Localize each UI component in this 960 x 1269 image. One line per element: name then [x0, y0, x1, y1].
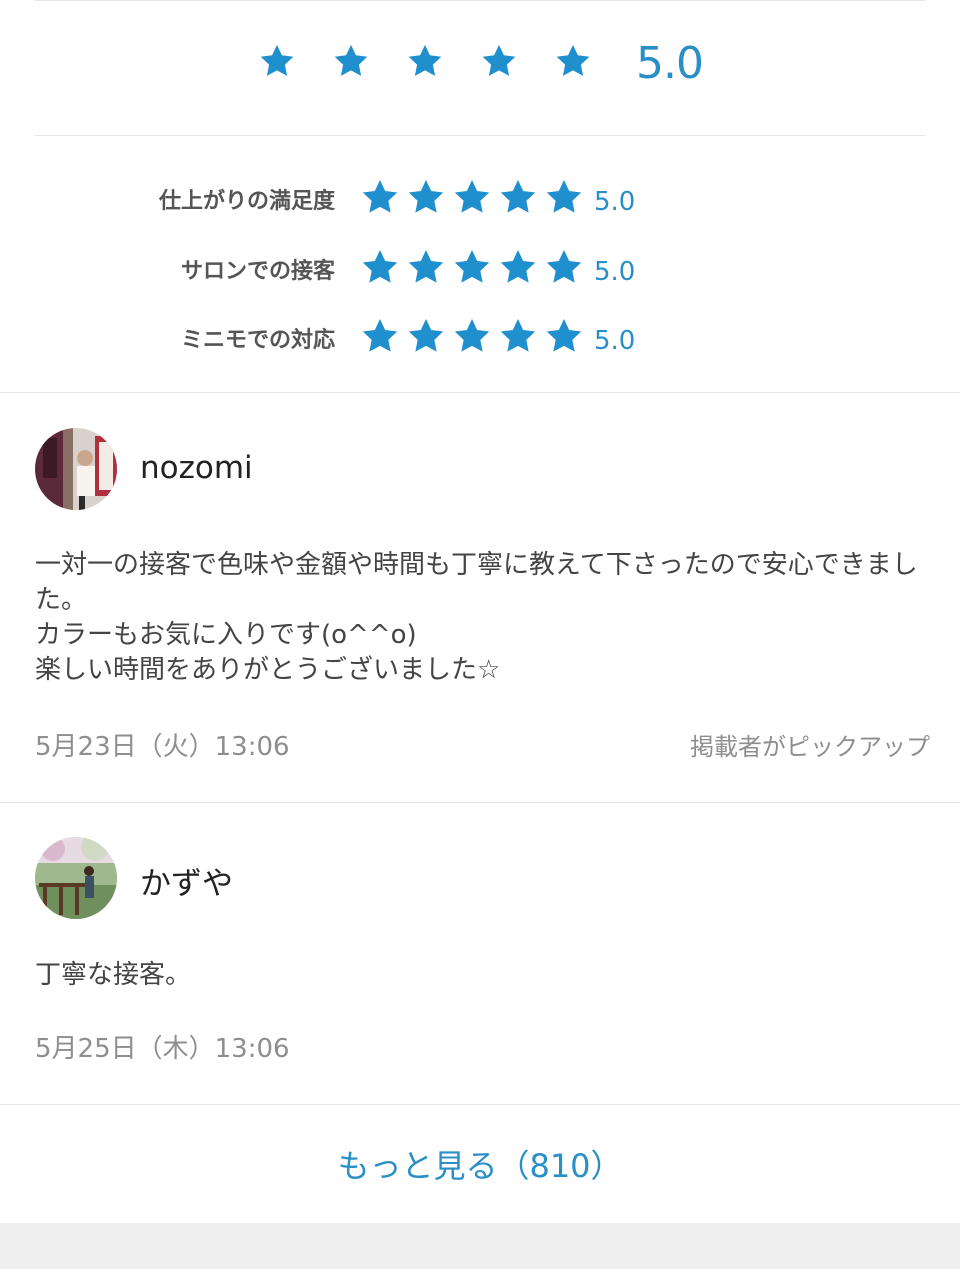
star-icon [408, 250, 444, 283]
review-username[interactable]: かずや [140, 858, 233, 903]
category-stars [360, 247, 584, 287]
category-stars [360, 316, 584, 356]
star-icon [260, 44, 294, 76]
star-icon [454, 250, 490, 283]
star-icon [408, 44, 442, 76]
star-icon [362, 319, 398, 352]
category-rating-finish: 仕上がりの満足度 5.0 [0, 175, 960, 225]
section-divider [0, 392, 960, 393]
section-divider [0, 802, 960, 803]
category-rating-minimo-support: ミニモでの対応 5.0 [0, 314, 960, 364]
review-username[interactable]: nozomi [140, 450, 253, 486]
category-label: ミニモでの対応 [180, 328, 335, 353]
footer-bar [0, 1223, 960, 1269]
overall-score: 5.0 [636, 38, 704, 89]
star-icon [500, 250, 536, 283]
star-icon [546, 250, 582, 283]
show-more-link[interactable]: もっと見る（810） [0, 1105, 960, 1223]
star-icon [546, 319, 582, 352]
review-date: 5月23日（火）13:06 [35, 732, 290, 762]
star-icon [362, 180, 398, 213]
overall-divider [35, 135, 925, 136]
overall-rating: 5.0 [0, 0, 960, 136]
star-icon [482, 44, 516, 76]
star-icon [454, 319, 490, 352]
star-icon [500, 180, 536, 213]
star-icon [500, 319, 536, 352]
category-label: サロンでの接客 [180, 259, 335, 284]
star-icon [556, 44, 590, 76]
star-icon [546, 180, 582, 213]
star-icon [334, 44, 368, 76]
overall-stars [258, 42, 592, 80]
avatar[interactable] [35, 837, 117, 919]
category-label: 仕上がりの満足度 [158, 189, 335, 214]
star-icon [454, 180, 490, 213]
star-icon [408, 180, 444, 213]
review-text: 丁寧な接客。 [35, 960, 192, 990]
category-score: 5.0 [594, 187, 636, 217]
avatar[interactable] [35, 428, 117, 510]
category-stars [360, 177, 584, 217]
category-rating-salon-service: サロンでの接客 5.0 [0, 245, 960, 295]
review-date: 5月25日（木）13:06 [35, 1034, 290, 1064]
star-icon [362, 250, 398, 283]
review-text: 一対一の接客で色味や金額や時間も丁寧に教えて下さったので安心できました。 カラー… [35, 550, 918, 685]
pickup-badge: 掲載者がピックアップ [690, 733, 930, 761]
category-score: 5.0 [594, 326, 636, 356]
star-icon [408, 319, 444, 352]
category-score: 5.0 [594, 257, 636, 287]
